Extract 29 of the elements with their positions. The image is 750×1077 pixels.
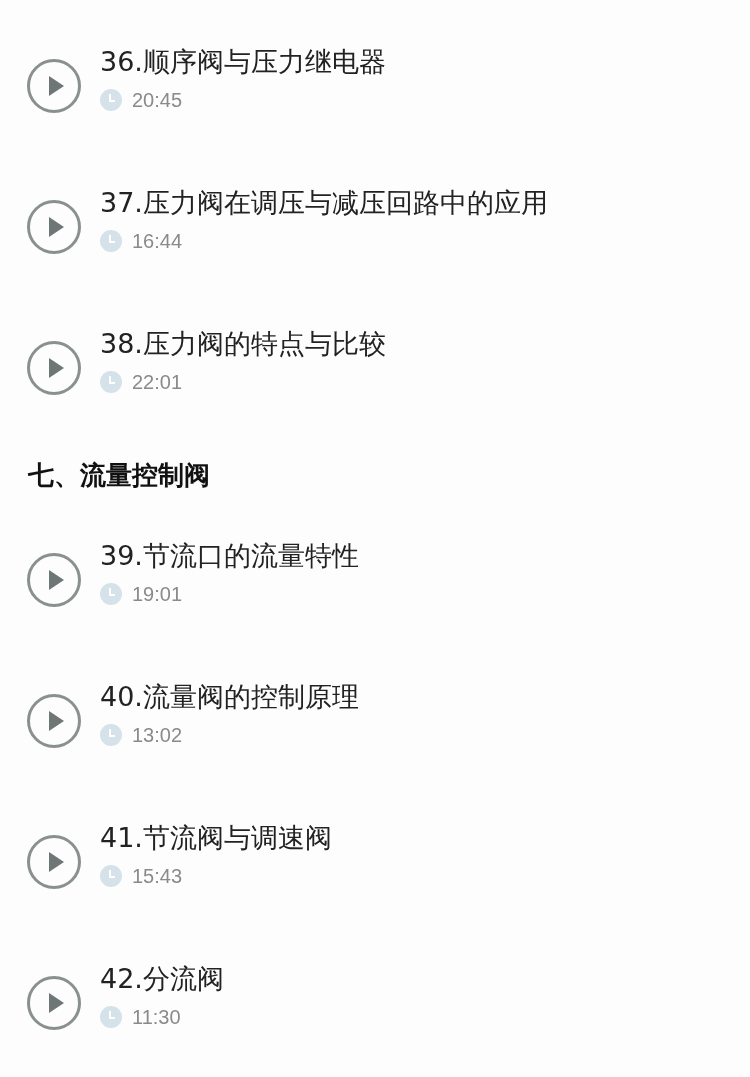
lesson-duration: 20:45 [132, 88, 183, 112]
clock-icon [100, 865, 122, 887]
clock-icon [100, 371, 122, 393]
clock-icon [100, 724, 122, 746]
clock-icon [100, 230, 122, 252]
clock-icon [100, 89, 122, 111]
play-icon[interactable] [27, 341, 81, 395]
lesson-duration: 22:01 [132, 370, 183, 394]
lesson-duration: 15:43 [132, 864, 183, 888]
play-icon[interactable] [27, 59, 81, 113]
lesson-title[interactable]: 40.流量阀的控制原理 [100, 675, 750, 719]
lesson-duration: 16:44 [132, 229, 183, 253]
lesson-duration: 13:02 [132, 723, 183, 747]
play-icon[interactable] [27, 976, 81, 1030]
section-heading: 七、流量控制阀 [28, 463, 210, 487]
clock-icon [100, 583, 122, 605]
lesson-title[interactable]: 36.顺序阀与压力继电器 [100, 40, 750, 84]
lesson-title[interactable]: 41.节流阀与调速阀 [100, 816, 750, 860]
lesson-duration: 19:01 [132, 582, 183, 606]
play-icon[interactable] [27, 835, 81, 889]
lesson-title[interactable]: 37.压力阀在调压与减压回路中的应用 [100, 181, 750, 225]
play-icon[interactable] [27, 553, 81, 607]
lesson-title[interactable]: 39.节流口的流量特性 [100, 534, 750, 578]
play-icon[interactable] [27, 200, 81, 254]
play-icon[interactable] [27, 694, 81, 748]
clock-icon [100, 1006, 122, 1028]
lesson-title[interactable]: 42.分流阀 [100, 957, 750, 1001]
lesson-title[interactable]: 38.压力阀的特点与比较 [100, 322, 750, 366]
lesson-duration: 11:30 [132, 1005, 181, 1029]
